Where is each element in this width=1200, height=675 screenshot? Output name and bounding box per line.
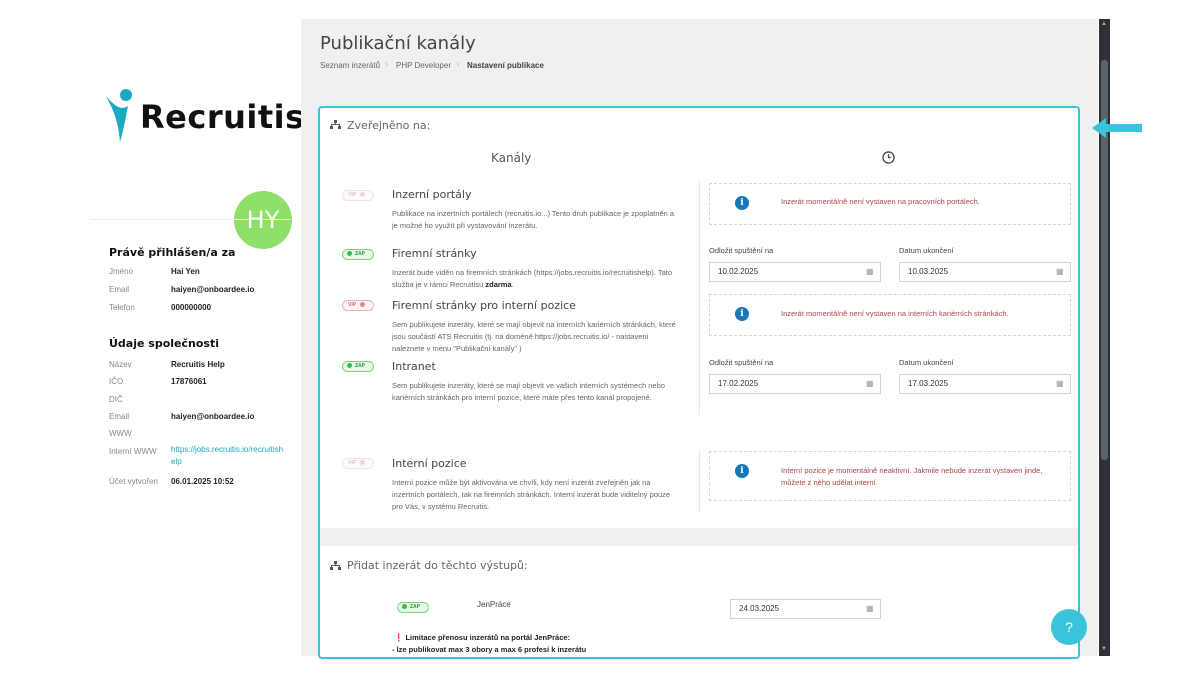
sitemap-icon	[330, 561, 341, 574]
calendar-icon[interactable]: ▦	[1056, 379, 1064, 388]
jenprace-warning: ❗ Limitace přenosu inzerátů na portál Je…	[394, 633, 570, 642]
user-name-label: Jméno	[109, 267, 134, 276]
help-button[interactable]: ?	[1051, 609, 1087, 645]
toggle-label: ZAP	[355, 251, 365, 257]
jenprace-warning-detail: - lze publikovat max 3 obory a max 6 pro…	[392, 645, 587, 654]
channels-column-header: Kanály	[491, 151, 532, 165]
input-value: 17.03.2025	[908, 379, 949, 388]
user-email-label: Email	[109, 285, 130, 294]
company-ico-value: 17876061	[171, 377, 207, 386]
desc-bold: zdarma	[485, 280, 512, 289]
company-created-label: Účet vytvořen	[109, 477, 158, 486]
channel-internal-position-toggle[interactable]: VIP	[342, 458, 374, 469]
channel-intranet-desc: Sem publikujete inzeráty, které se mají …	[392, 381, 665, 402]
output-jenprace-date-input[interactable]: 24.03.2025	[730, 599, 881, 619]
channel-portals-desc: Publikace na inzertních portálech (recru…	[392, 209, 675, 230]
career-site-start-label: Odložit spuštění na	[709, 246, 774, 255]
intranet-start-input[interactable]: 17.02.2025	[709, 374, 881, 394]
info-icon: i	[735, 464, 749, 478]
sitemap-icon	[330, 120, 341, 133]
input-value: 10.03.2025	[908, 267, 949, 276]
channel-internal-position-desc: Interní pozice může být aktivována ve ch…	[392, 478, 671, 511]
output-jenprace-name: JenPráce	[477, 600, 511, 609]
calendar-icon[interactable]: ▦	[1056, 267, 1064, 276]
desc-end: .	[511, 280, 514, 289]
toggle-label: ZAP	[355, 363, 365, 369]
career-site-end-label: Datum ukončení	[899, 246, 954, 255]
calendar-icon[interactable]: ▦	[866, 267, 874, 276]
panel-separator	[320, 528, 1078, 546]
recruitis-logo[interactable]: Recruitis	[104, 88, 304, 144]
career-site-end-input[interactable]: 10.03.2025	[899, 262, 1071, 282]
channel-portals-title: Inzerní portály	[392, 188, 472, 201]
company-ico-label: IČO	[109, 377, 124, 386]
info-icon: i	[735, 196, 749, 210]
user-email-value: haiyen@onboardee.io	[171, 285, 255, 294]
channel-internal-position-info-text: Interní pozice je momentálně neaktivní. …	[781, 466, 1043, 487]
company-www-label: WWW	[109, 429, 132, 438]
toggle-label: VIP	[348, 192, 357, 198]
column-divider	[699, 450, 700, 512]
career-site-start-input[interactable]: 10.02.2025	[709, 262, 881, 282]
intranet-end-label: Datum ukončení	[899, 358, 954, 367]
channel-career-site-desc: Inzerát bude viděn na firemních stránkác…	[392, 267, 682, 291]
company-dic-label: DIČ	[109, 395, 123, 404]
intranet-end-input[interactable]: 17.03.2025	[899, 374, 1071, 394]
calendar-icon[interactable]: ▦	[866, 604, 874, 613]
toggle-label: VIP	[348, 460, 357, 466]
scroll-up-icon[interactable]: ▲	[1101, 21, 1107, 27]
company-email-value: haiyen@onboardee.io	[171, 412, 255, 421]
input-value: 10.02.2025	[718, 267, 759, 276]
company-title: Údaje společnosti	[109, 337, 219, 350]
channel-internal-career-info-text: Inzerát momentálně není vystaven na inte…	[781, 309, 1009, 318]
company-name-value: Recruitis Help	[171, 360, 225, 369]
toggle-label: ZAP	[410, 604, 420, 610]
page-title: Publikační kanály	[320, 33, 476, 54]
company-internal-www-label: Interní WWW	[109, 447, 157, 456]
warning-title: Limitace přenosu inzerátů na portál JenP…	[405, 633, 571, 642]
user-phone-value: 000000000	[171, 303, 212, 312]
breadcrumb-item-listings[interactable]: Seznam inzerátů	[320, 61, 380, 70]
channel-career-site-title: Firemní stránky	[392, 247, 477, 260]
toggle-label: VIP	[348, 302, 357, 308]
outputs-section-title: Přidat inzerát do těchto výstupů:	[347, 559, 528, 572]
scroll-down-icon[interactable]: ▼	[1101, 646, 1107, 652]
company-created-value: 06.01.2025 10:52	[171, 477, 234, 486]
company-internal-www-link[interactable]: https://jobs.recruitis.io/recruitishelp	[171, 444, 285, 468]
channel-intranet-toggle[interactable]: ZAP	[342, 361, 374, 372]
input-value: 24.03.2025	[739, 604, 780, 613]
published-section-title: Zveřejněno na:	[347, 119, 431, 132]
channel-internal-career-title: Firemní stránky pro interní pozice	[392, 299, 576, 312]
info-icon: i	[735, 307, 749, 321]
channel-portals-toggle[interactable]: VIP	[342, 190, 374, 201]
channel-internal-career-desc: Sem publikujete inzeráty, které se mají …	[392, 320, 676, 353]
sidebar-divider	[90, 219, 290, 220]
channel-portals-info-text: Inzerát momentálně není vystaven na prac…	[781, 197, 980, 206]
breadcrumb-chevron-icon: ›	[456, 59, 460, 70]
breadcrumb-item-job[interactable]: PHP Developer	[396, 61, 451, 70]
channel-internal-position-title: Interní pozice	[392, 457, 467, 470]
breadcrumb-item-current: Nastavení publikace	[467, 61, 544, 70]
exclamation-icon: ❗	[394, 633, 404, 642]
calendar-icon[interactable]: ▦	[866, 379, 874, 388]
logo-figure-icon	[106, 89, 132, 142]
logged-in-title: Právě přihlášen/a za	[109, 246, 236, 259]
user-avatar[interactable]: HY	[234, 191, 292, 249]
channel-career-site-toggle[interactable]: ZAP	[342, 249, 374, 260]
company-name-label: Název	[109, 360, 132, 369]
channel-internal-career-toggle[interactable]: VIP	[342, 300, 374, 311]
company-email-label: Email	[109, 412, 130, 421]
pointer-arrow-icon	[1092, 118, 1142, 138]
logo-text: Recruitis	[140, 98, 305, 136]
input-value: 17.02.2025	[718, 379, 759, 388]
user-phone-label: Telefon	[109, 303, 135, 312]
intranet-start-label: Odložit spuštění na	[709, 358, 774, 367]
column-divider	[699, 180, 700, 415]
desc-text: Inzerát bude viděn na firemních stránkác…	[392, 268, 672, 289]
clock-icon	[882, 151, 895, 164]
output-jenprace-toggle[interactable]: ZAP	[397, 602, 429, 613]
channel-intranet-title: Intranet	[392, 360, 436, 373]
breadcrumb-chevron-icon: ›	[385, 59, 389, 70]
user-name-value: Hai Yen	[171, 267, 200, 276]
